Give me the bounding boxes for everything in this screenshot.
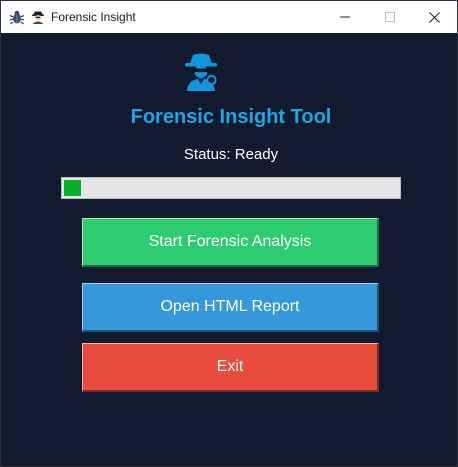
maximize-icon bbox=[384, 12, 395, 22]
bug-icon bbox=[9, 9, 25, 25]
progress-fill bbox=[64, 180, 81, 196]
maximize-button[interactable] bbox=[367, 1, 412, 33]
close-icon bbox=[429, 11, 440, 23]
start-analysis-button[interactable]: Start Forensic Analysis bbox=[82, 218, 379, 267]
minimize-button[interactable] bbox=[322, 1, 367, 33]
window-title: Forensic Insight bbox=[51, 10, 136, 24]
app-title: Forensic Insight Tool bbox=[130, 106, 332, 128]
main-content: Forensic Insight Tool Status: Ready Star… bbox=[1, 33, 457, 467]
title-bar[interactable]: Forensic Insight bbox=[1, 1, 457, 33]
window-controls bbox=[322, 1, 457, 33]
detective-icon bbox=[31, 10, 45, 24]
close-button[interactable] bbox=[412, 1, 457, 33]
open-report-button[interactable]: Open HTML Report bbox=[82, 283, 379, 332]
app-window: Forensic Insight Forensic Insight Tool S… bbox=[0, 0, 458, 467]
status-label: Status: Ready bbox=[183, 146, 279, 163]
minimize-icon bbox=[339, 16, 350, 18]
detective-icon bbox=[185, 53, 217, 91]
exit-button[interactable]: Exit bbox=[82, 343, 379, 392]
progress-bar bbox=[61, 177, 401, 199]
